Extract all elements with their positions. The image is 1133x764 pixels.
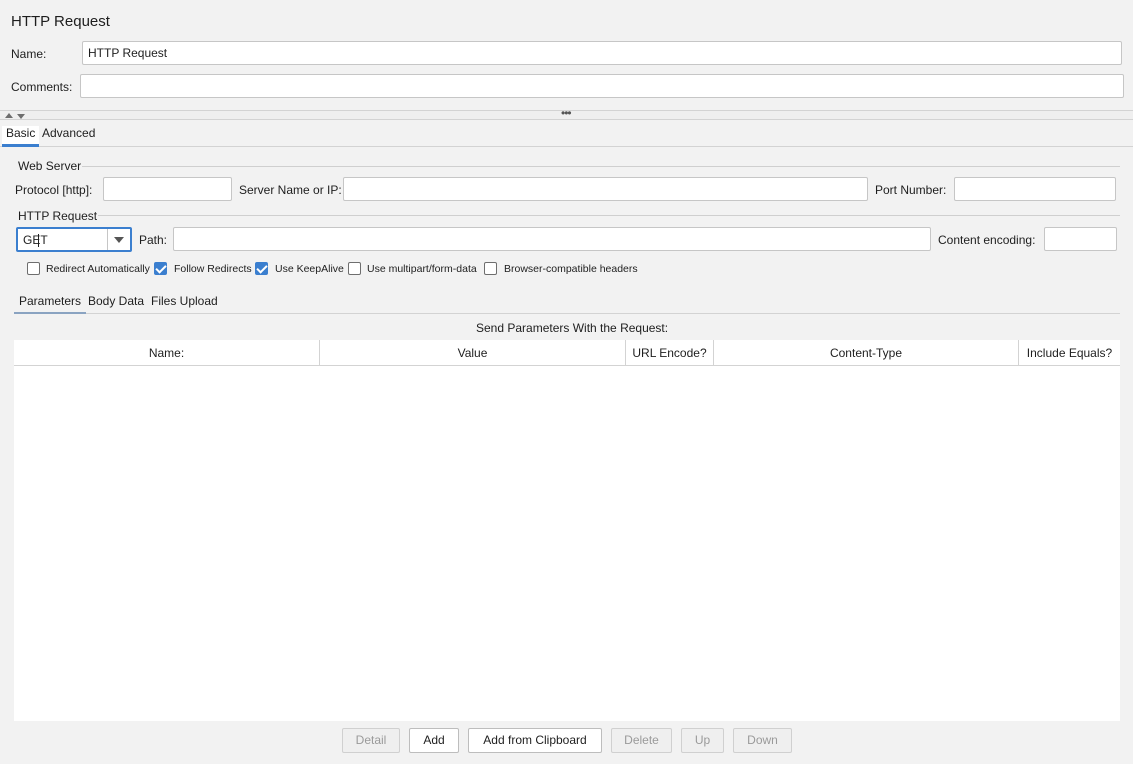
tab-parameters[interactable]: Parameters bbox=[14, 294, 87, 314]
detail-button[interactable]: Detail bbox=[342, 728, 400, 753]
http-request-divider bbox=[98, 215, 1120, 216]
server-label: Server Name or IP: bbox=[239, 183, 342, 197]
tab-basic[interactable]: Basic bbox=[2, 126, 40, 147]
page-title: HTTP Request bbox=[11, 13, 110, 30]
tab-advanced[interactable]: Advanced bbox=[38, 126, 99, 147]
http-request-group-label: HTTP Request bbox=[18, 209, 98, 223]
splitter-bar[interactable]: ••• bbox=[0, 106, 1133, 120]
protocol-label: Protocol [http]: bbox=[15, 183, 93, 197]
delete-button[interactable]: Delete bbox=[611, 728, 672, 753]
comments-label: Comments: bbox=[11, 80, 73, 94]
use-multipart-checkbox[interactable] bbox=[348, 262, 361, 275]
use-keepalive-label: Use KeepAlive bbox=[275, 263, 344, 275]
tab-files-upload[interactable]: Files Upload bbox=[146, 294, 223, 314]
port-field[interactable] bbox=[954, 177, 1116, 201]
web-server-group-label: Web Server bbox=[18, 159, 82, 173]
redirect-automatically-label: Redirect Automatically bbox=[46, 263, 150, 275]
name-label: Name: bbox=[11, 47, 47, 61]
collapse-down-icon[interactable] bbox=[17, 114, 25, 119]
column-header-url-encode[interactable]: URL Encode? bbox=[626, 340, 714, 366]
path-label: Path: bbox=[139, 233, 168, 247]
use-keepalive-checkbox[interactable] bbox=[255, 262, 268, 275]
method-select[interactable]: GET bbox=[16, 227, 132, 252]
method-value: GET bbox=[23, 233, 48, 247]
path-field[interactable] bbox=[173, 227, 931, 251]
name-field[interactable] bbox=[82, 41, 1122, 65]
web-server-divider bbox=[82, 166, 1120, 167]
tab-body-data[interactable]: Body Data bbox=[83, 294, 149, 314]
params-tabbar: Parameters Body Data Files Upload bbox=[14, 290, 1120, 314]
main-tabbar: Basic Advanced bbox=[0, 122, 1133, 147]
browser-compatible-headers-checkbox[interactable] bbox=[484, 262, 497, 275]
collapse-up-icon[interactable] bbox=[5, 113, 13, 118]
text-caret bbox=[38, 234, 39, 247]
add-button[interactable]: Add bbox=[409, 728, 459, 753]
column-header-include-equals[interactable]: Include Equals? bbox=[1019, 340, 1120, 366]
params-table[interactable]: Name: Value URL Encode? Content-Type Inc… bbox=[14, 340, 1120, 721]
redirect-automatically-checkbox[interactable] bbox=[27, 262, 40, 275]
protocol-field[interactable] bbox=[103, 177, 232, 201]
port-label: Port Number: bbox=[875, 183, 947, 197]
server-field[interactable] bbox=[343, 177, 868, 201]
method-dropdown-button[interactable] bbox=[107, 229, 130, 250]
params-caption: Send Parameters With the Request: bbox=[476, 321, 669, 335]
chevron-down-icon bbox=[114, 237, 124, 243]
follow-redirects-checkbox[interactable] bbox=[154, 262, 167, 275]
comments-field[interactable] bbox=[80, 74, 1124, 98]
add-from-clipboard-button[interactable]: Add from Clipboard bbox=[468, 728, 602, 753]
encoding-field[interactable] bbox=[1044, 227, 1117, 251]
down-button[interactable]: Down bbox=[733, 728, 792, 753]
drag-handle-icon[interactable]: ••• bbox=[561, 106, 572, 120]
up-button[interactable]: Up bbox=[681, 728, 724, 753]
follow-redirects-label: Follow Redirects bbox=[174, 263, 252, 275]
encoding-label: Content encoding: bbox=[938, 233, 1036, 247]
column-header-value[interactable]: Value bbox=[320, 340, 626, 366]
table-header: Name: Value URL Encode? Content-Type Inc… bbox=[14, 340, 1120, 366]
browser-compatible-headers-label: Browser-compatible headers bbox=[504, 263, 638, 275]
use-multipart-label: Use multipart/form-data bbox=[367, 263, 477, 275]
column-header-content-type[interactable]: Content-Type bbox=[714, 340, 1019, 366]
column-header-name[interactable]: Name: bbox=[14, 340, 320, 366]
